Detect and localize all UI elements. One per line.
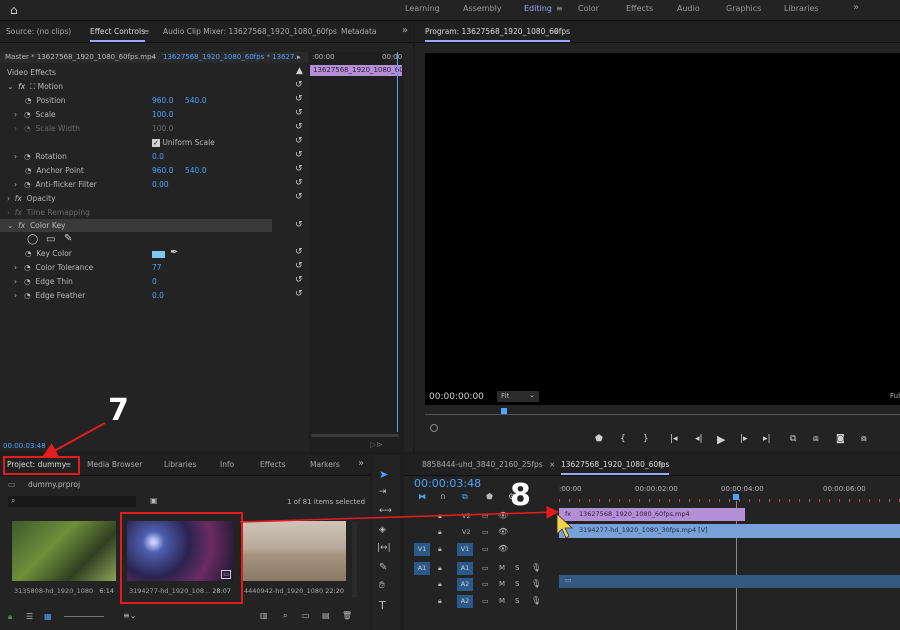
arrow-to-project-tab <box>41 422 106 458</box>
arrow-to-timeline <box>239 505 560 523</box>
mouse-cursor-icon <box>556 513 574 539</box>
annotation-arrows <box>41 422 574 539</box>
